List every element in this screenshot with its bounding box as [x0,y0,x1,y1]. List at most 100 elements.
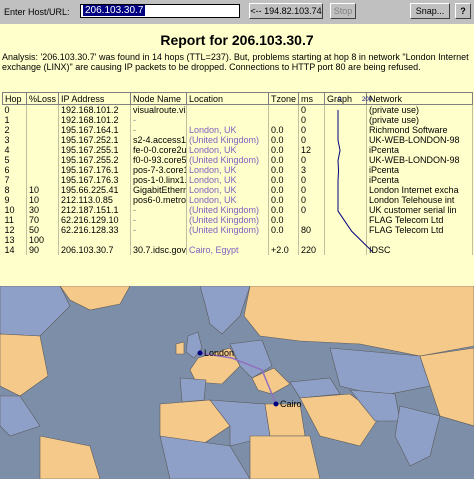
col-tzone[interactable]: Tzone [268,92,299,105]
latency-line [337,110,373,252]
table-row[interactable]: 6 195.167.176.1 pos-7-3.core1. London, UK 0.… [2,165,473,175]
land-turkey [289,377,341,399]
network-cell [366,235,473,245]
location-cell: (United Kingdom) [186,135,269,145]
network-cell: (private use) [366,115,473,125]
land-greenland [59,286,131,311]
location-cell: (United Kingdom) [186,155,269,165]
graph-scale-min: 0 [338,97,342,103]
network-cell: Richmond Software [366,125,473,135]
location-cell: London, UK [186,145,269,155]
ip-cell: 192.168.101.2 [58,104,131,115]
ip-cell: 195.167.176.3 [58,175,131,185]
loss-cell [26,125,59,135]
hop-cell: 12 [2,225,27,235]
land-russia [243,286,474,357]
ip-cell: 195.167.255.1 [58,145,131,155]
table-row[interactable]: 9 10 212.113.0.85 pos6-0.metro1 London, UK 0.… [2,195,473,205]
node-cell: 30.7.idsc.gov.e [130,245,187,255]
tzone-cell: 0.0 [268,135,299,145]
land-scandinavia [199,286,251,335]
ip-cell: 206.103.30.7 [58,245,131,255]
land-india [394,405,441,467]
loss-cell: 30 [26,205,59,215]
toolbar: Enter Host/URL: 206.103.30.7 <-- 194.82.… [0,0,474,25]
location-cell [186,235,269,245]
table-row[interactable]: 4 195.167.255.1 fe-0-0.core2uk London, UK 0.… [2,145,473,155]
tzone-cell: 0.0 [268,155,299,165]
node-cell: - [130,125,187,135]
loss-cell [26,104,59,115]
cairo-label: Cairo [280,399,302,409]
ms-cell: 0 [298,155,325,165]
report-panel: Report for 206.103.30.7 Analysis: '206.1… [0,24,474,286]
ms-cell: 80 [298,225,325,235]
table-header-row: Hop %Loss IP Address Node Name Location … [2,92,473,105]
hop-cell: 8 [2,185,27,195]
table-row[interactable]: 0 192.168.101.2visualroute.visi... 0 (priva… [2,104,473,115]
stop-button[interactable]: Stop [330,3,356,19]
ip-cell: 62.216.129.10 [58,215,131,225]
col-network[interactable]: Network [366,92,473,105]
ms-cell [298,215,325,225]
land-east-africa [249,435,321,479]
network-cell: London Internet excha [366,185,473,195]
col-node[interactable]: Node Name [130,92,187,105]
loss-cell: 70 [26,215,59,225]
network-cell: iPcenta [366,145,473,155]
ip-cell: 195.167.176.1 [58,165,131,175]
land-iberia [179,377,207,403]
table-row[interactable]: 7 195.167.176.3 pos-1-0.linx1.h London, UK 0… [2,175,473,185]
land-canada [0,286,71,337]
col-hop[interactable]: Hop [2,92,27,105]
node-cell: pos-7-3.core1. [130,165,187,175]
table-row[interactable]: 1490206.103.30.730.7.idsc.gov.eCairo, Eg… [2,245,473,255]
node-cell: f0-0-93.core56 [130,155,187,165]
location-cell: London, UK [186,185,269,195]
loss-cell [26,145,59,155]
network-cell: UK-WEB-LONDON-98 [366,135,473,145]
cairo-marker[interactable] [273,401,279,407]
ms-cell: 0 [298,195,325,205]
location-cell: London, UK [186,165,269,175]
table-row[interactable]: 1 192.168.101.2- 0 (private use) [2,115,473,125]
world-map[interactable]: London Cairo [0,286,474,479]
help-button[interactable]: ? [455,3,471,19]
tzone-cell: 0.0 [268,165,299,175]
ms-cell: 0 [298,135,325,145]
table-row[interactable]: 810195.66.225.41GigabitEtherneLondon, UK… [2,185,473,195]
col-ip[interactable]: IP Address [58,92,131,105]
snap-button[interactable]: Snap... [410,3,450,19]
network-cell: UK-WEB-LONDON-98 [366,155,473,165]
node-cell: visualroute.visi... [130,104,187,115]
hop-cell: 0 [2,104,27,115]
loss-cell [26,175,59,185]
table-row[interactable]: 2 195.167.164.1- London, UK 0.0 0 Richmond So… [2,125,473,135]
tzone-cell: 0.0 [268,185,299,195]
latency-graph: 0 200 [337,97,373,252]
table-row[interactable]: 5 195.167.255.2 f0-0-93.core56 (United King… [2,155,473,165]
ms-cell: 12 [298,145,325,155]
node-cell: s2-4.access1.l [130,135,187,145]
col-location[interactable]: Location [186,92,269,105]
network-cell: iPcenta [366,165,473,175]
col-ms[interactable]: ms [298,92,325,105]
node-cell: - [130,115,187,125]
london-marker[interactable] [197,350,203,356]
ip-cell: 192.168.101.2 [58,115,131,125]
location-cell: Cairo, Egypt [186,245,269,255]
hop-cell: 5 [2,155,27,165]
table-row[interactable]: 11 70 62.216.129.10- (United Kingdom) 0.0 FLA… [2,215,473,225]
hop-cell: 3 [2,135,27,145]
back-button[interactable]: <-- 194.82.103.74 [249,3,323,19]
table-row[interactable]: 13 100 [2,235,473,245]
host-input[interactable]: 206.103.30.7 [80,4,240,18]
table-row[interactable]: 12 50 62.216.128.33- (United Kingdom) 0.0 80 F… [2,225,473,235]
network-cell: FLAG Telecom Ltd [366,225,473,235]
table-row[interactable]: 3 195.167.252.1 s2-4.access1.l (United King… [2,135,473,145]
hop-cell: 2 [2,125,27,135]
ip-cell: 195.66.225.41 [58,185,131,195]
table-row[interactable]: 10 30 212.187.151.1- (United Kingdom) 0.0 0 UK… [2,205,473,215]
col-loss[interactable]: %Loss [26,92,59,105]
land-usa [0,333,49,397]
